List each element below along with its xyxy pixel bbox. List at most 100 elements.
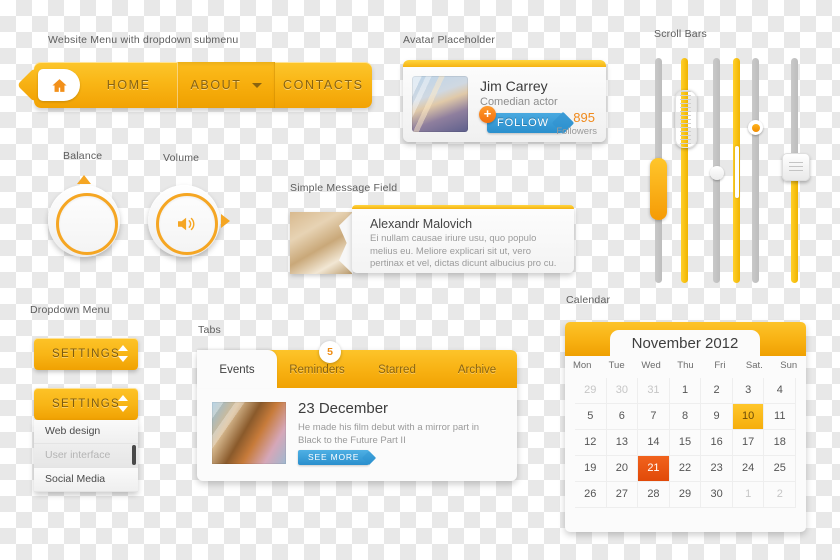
settings-dropdown-closed[interactable]: SETTINGS — [34, 338, 138, 370]
calendar-day-cell[interactable]: 26 — [575, 482, 607, 508]
calendar-day-cell[interactable]: 24 — [732, 456, 765, 482]
calendar-week-row: 19 20 21 22 23 24 25 — [575, 456, 797, 482]
weekday-mon: Mon — [572, 360, 592, 371]
weekday-sat: Sat. — [745, 360, 763, 371]
calendar-day-cell[interactable]: 10 — [732, 404, 765, 430]
knob-pointer-icon — [221, 214, 230, 228]
tab-archive[interactable]: Archive — [437, 350, 517, 388]
scrollbar-thumb[interactable] — [734, 146, 739, 198]
calendar-week-row: 12 13 14 15 16 17 18 — [575, 430, 797, 456]
scrollbar-thumb[interactable] — [674, 90, 697, 148]
calendar-day-cell[interactable]: 16 — [701, 430, 733, 456]
settings-dropdown-label: SETTINGS — [52, 398, 120, 410]
menu-section-label: Website Menu with dropdown submenu — [48, 34, 239, 46]
weekday-thu: Thu — [677, 360, 694, 371]
dropdown-item-social-media[interactable]: Social Media — [34, 468, 138, 492]
calendar-day-cell[interactable]: 4 — [764, 378, 797, 404]
scrollbar-thumb[interactable] — [781, 153, 810, 181]
calendar-day-cell[interactable]: 9 — [701, 404, 733, 430]
card-top-accent — [403, 60, 606, 67]
message-card: Alexandr Malovich Ei nullam causae iriur… — [352, 205, 574, 273]
calendar-day-cell[interactable]: 14 — [638, 430, 670, 456]
message-author: Alexandr Malovich — [370, 217, 473, 231]
menu-item-contacts[interactable]: CONTACTS — [275, 62, 372, 108]
scrollbar-track-upper[interactable] — [791, 58, 798, 165]
avatar-name: Jim Carrey — [480, 78, 548, 94]
event-description: He made his film debut with a mirror par… — [298, 422, 480, 446]
chevron-down-icon — [251, 83, 262, 89]
calendar-weekday-row: Mon Tue Wed Thu Fri Sat. Sun — [565, 360, 806, 371]
calendar-day-cell[interactable]: 29 — [669, 482, 702, 508]
calendar-day-cell[interactable]: 30 — [606, 378, 639, 404]
calendar-day-cell[interactable]: 8 — [669, 404, 702, 430]
calendar-day-cell[interactable]: 2 — [764, 482, 797, 508]
calendar-day-cell[interactable]: 17 — [732, 430, 765, 456]
tab-reminders[interactable]: Reminders — [277, 350, 357, 388]
calendar-day-cell[interactable]: 6 — [606, 404, 639, 430]
calendar-day-cell[interactable]: 11 — [764, 404, 797, 430]
calendar-day-cell[interactable]: 20 — [606, 456, 639, 482]
calendar-day-cell[interactable]: 1 — [732, 482, 765, 508]
calendar-day-cell[interactable]: 25 — [764, 456, 797, 482]
calendar-day-cell[interactable]: 15 — [669, 430, 702, 456]
knob-pointer-icon — [77, 175, 91, 184]
weekday-fri: Fri — [714, 360, 726, 371]
calendar-day-cell[interactable]: 12 — [575, 430, 607, 456]
menu-item-about[interactable]: ABOUT — [177, 62, 275, 108]
calendar-day-cell[interactable]: 23 — [701, 456, 733, 482]
dropdown-section-label: Dropdown Menu — [30, 304, 110, 316]
scrollbar-thumb[interactable] — [650, 158, 667, 220]
message-avatar — [290, 212, 352, 274]
event-title: 23 December — [298, 400, 389, 417]
balance-label: Balance — [63, 150, 103, 162]
calendar-day-cell[interactable]: 28 — [638, 482, 670, 508]
settings-dropdown-open[interactable]: SETTINGS — [34, 388, 138, 420]
tab-events[interactable]: Events — [197, 350, 277, 388]
follow-button[interactable]: FOLLOW — [487, 113, 563, 133]
calendar-day-cell[interactable]: 30 — [701, 482, 733, 508]
card-top-accent — [352, 205, 574, 209]
tabs-notification-badge: 5 — [319, 341, 341, 363]
dropdown-item-user-interface[interactable]: User interface — [34, 444, 138, 468]
home-icon — [51, 78, 67, 92]
calendar-day-cell[interactable]: 5 — [575, 404, 607, 430]
home-button[interactable] — [38, 69, 80, 101]
calendar-day-cell[interactable]: 3 — [732, 378, 765, 404]
add-icon[interactable]: + — [479, 106, 496, 123]
weekday-tue: Tue — [608, 360, 625, 371]
updown-chevron-icon — [118, 345, 128, 363]
dropdown-item-web-design[interactable]: Web design — [34, 420, 138, 444]
avatar-section-label: Avatar Placeholder — [403, 34, 496, 46]
tab-starred[interactable]: Starred — [357, 350, 437, 388]
calendar-grid: 29 30 31 1 2 3 4 5 6 7 8 9 10 11 12 13 14 15 16 17 18 19 20 21 2… — [575, 378, 797, 508]
scrollbar-track[interactable] — [752, 58, 759, 283]
settings-dropdown-label: SETTINGS — [52, 348, 120, 360]
website-menu-bar: HOME ABOUT CONTACTS — [34, 62, 372, 108]
followers-label: Followers — [556, 126, 597, 137]
menu-item-home[interactable]: HOME — [80, 62, 177, 108]
calendar-day-cell[interactable]: 2 — [701, 378, 733, 404]
calendar-day-cell[interactable]: 22 — [669, 456, 702, 482]
see-more-button[interactable]: SEE MORE — [298, 450, 370, 465]
calendar-day-cell[interactable]: 13 — [606, 430, 639, 456]
knob-ring — [156, 193, 218, 255]
calendar-day-cell[interactable]: 27 — [606, 482, 639, 508]
scrollbar-thumb[interactable] — [709, 166, 724, 180]
scrollbar-thumb[interactable] — [748, 120, 763, 135]
tabs-section-label: Tabs — [198, 324, 221, 336]
tabs-panel: Events Reminders Starred Archive 5 23 De… — [197, 341, 517, 481]
calendar-week-row: 26 27 28 29 30 1 2 — [575, 482, 797, 508]
volume-knob[interactable] — [148, 185, 230, 257]
menu-item-about-label: ABOUT — [190, 78, 242, 92]
calendar-day-cell[interactable]: 1 — [669, 378, 702, 404]
dropdown-list: Web design User interface Social Media — [34, 420, 138, 492]
dropdown-scrollbar-thumb[interactable] — [132, 445, 136, 465]
calendar-day-cell[interactable]: 18 — [764, 430, 797, 456]
calendar-day-cell[interactable]: 19 — [575, 456, 607, 482]
calendar-day-cell[interactable]: 31 — [638, 378, 670, 404]
scrollbar-track-lower[interactable] — [791, 176, 798, 283]
balance-knob[interactable] — [48, 175, 120, 257]
calendar-day-cell[interactable]: 29 — [575, 378, 607, 404]
calendar-day-cell[interactable]: 21 — [638, 456, 670, 482]
calendar-day-cell[interactable]: 7 — [638, 404, 670, 430]
